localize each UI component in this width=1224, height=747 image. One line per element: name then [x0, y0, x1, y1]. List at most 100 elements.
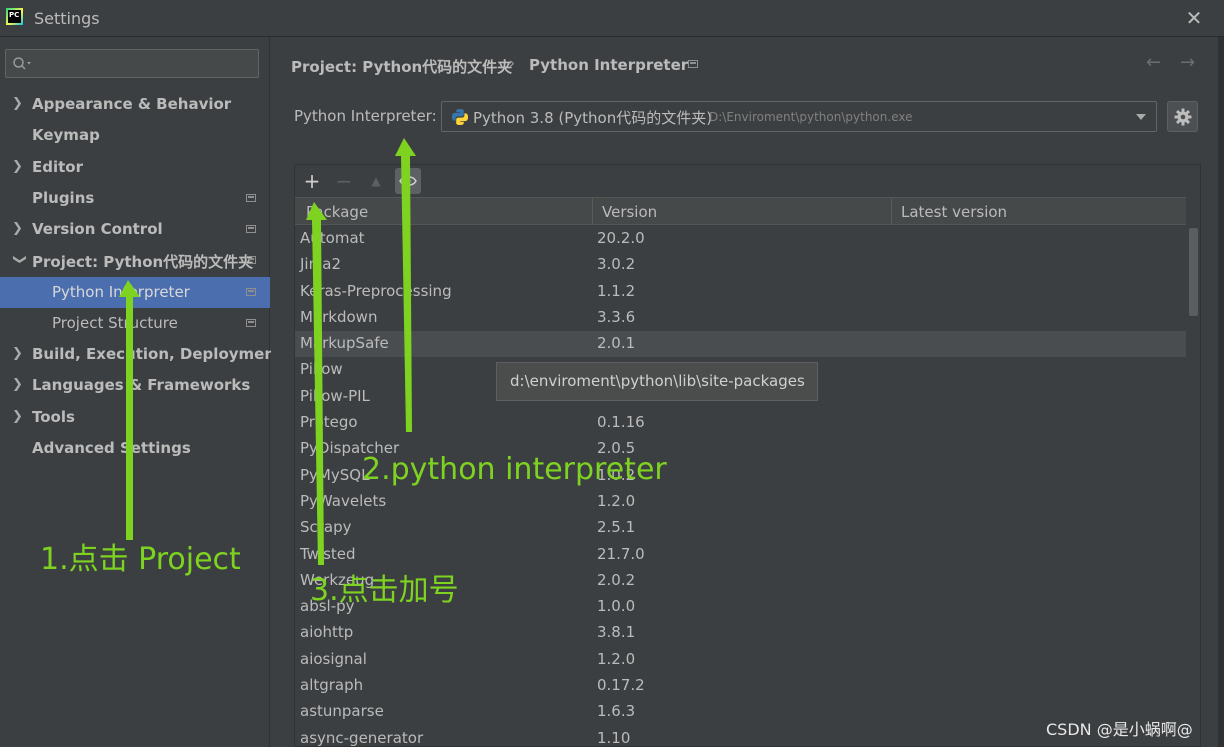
package-name: Scrapy — [300, 518, 352, 537]
table-row[interactable]: altgraph 0.17.2 — [295, 673, 1186, 699]
package-version: 3.8.1 — [597, 623, 636, 642]
package-version: 2.0.2 — [597, 570, 636, 589]
table-row[interactable]: Twisted 21.7.0 — [295, 542, 1186, 568]
back-arrow-icon[interactable]: ← — [1146, 52, 1161, 73]
column-divider[interactable] — [891, 198, 892, 224]
sidebar-item-project-structure[interactable]: Project Structure — [0, 308, 270, 339]
chevron-down-icon: ❯ — [12, 254, 27, 265]
sidebar-item-editor[interactable]: ❯ Editor — [0, 152, 270, 183]
close-icon[interactable]: ✕ — [1184, 6, 1204, 30]
sidebar-item-label: Project Structure — [52, 314, 178, 332]
package-version: 1.6.3 — [597, 702, 636, 721]
package-name: Keras-Preprocessing — [300, 281, 452, 300]
table-row[interactable]: Automat 20.2.0 — [295, 226, 1186, 252]
package-version: 0.17.2 — [597, 676, 645, 695]
chevron-right-icon: ❯ — [12, 221, 23, 236]
project-scope-icon — [688, 60, 698, 68]
show-early-releases-button[interactable] — [395, 168, 421, 194]
settings-search[interactable] — [5, 49, 259, 78]
remove-package-button[interactable]: − — [331, 168, 357, 194]
table-row[interactable]: Protego 0.1.16 — [295, 410, 1186, 436]
package-name: Protego — [300, 413, 358, 432]
add-package-button[interactable]: + — [299, 168, 325, 194]
scrollbar-thumb[interactable] — [1189, 228, 1198, 316]
package-version: 2.5.1 — [597, 518, 636, 537]
sidebar-item-label: Advanced Settings — [32, 439, 191, 457]
sidebar-item-version-control[interactable]: ❯ Version Control — [0, 214, 270, 245]
column-header-latest-version[interactable]: Latest version — [901, 203, 1007, 221]
interpreter-label: Python Interpreter: — [294, 107, 437, 125]
project-scope-icon — [246, 256, 256, 264]
project-scope-icon — [246, 319, 256, 327]
package-version: 20.2.0 — [597, 229, 645, 247]
package-version: 21.7.0 — [597, 544, 645, 563]
interpreter-path: D:\Enviroment\python\python.exe — [709, 110, 913, 124]
package-name: Jinja2 — [300, 255, 342, 274]
project-scope-icon — [246, 194, 256, 202]
package-name: Pillow-PIL — [300, 386, 370, 405]
column-header-version[interactable]: Version — [602, 203, 657, 221]
package-version: 1.10 — [597, 728, 631, 747]
sidebar-item-label: Tools — [32, 408, 75, 426]
package-version: 0.1.16 — [597, 413, 645, 432]
table-row[interactable]: MarkupSafe 2.0.1 — [295, 331, 1186, 358]
package-version: 1.0.0 — [597, 597, 636, 616]
sidebar-item-label: Appearance & Behavior — [32, 95, 232, 113]
sidebar-item-python-interpreter[interactable]: Python Interpreter — [0, 277, 270, 308]
column-divider[interactable] — [592, 198, 593, 224]
search-input[interactable] — [38, 53, 252, 76]
sidebar-item-build-execution-deployment[interactable]: ❯ Build, Execution, Deployment — [0, 339, 282, 370]
sidebar-item-languages-frameworks[interactable]: ❯ Languages & Frameworks — [0, 370, 270, 401]
sidebar-item-project[interactable]: ❯ Project: Python代码的文件夹 — [0, 245, 270, 276]
sidebar-item-appearance-behavior[interactable]: ❯ Appearance & Behavior — [0, 89, 270, 120]
annotation-step2: 2.python interpreter — [362, 452, 667, 487]
table-row[interactable]: Jinja2 3.0.2 — [295, 252, 1186, 278]
window-title: Settings — [34, 9, 100, 28]
sidebar-item-label: Build, Execution, Deployment — [32, 345, 283, 363]
package-name: Markdown — [300, 307, 378, 326]
annotation-step1: 1.点击 Project — [40, 542, 241, 577]
pycharm-logo-icon: PC — [6, 8, 23, 25]
interpreter-name: Python 3.8 (Python代码的文件夹) — [473, 109, 713, 127]
sidebar-item-tools[interactable]: ❯ Tools — [0, 402, 270, 433]
project-scope-icon — [246, 225, 256, 233]
package-name: altgraph — [300, 676, 364, 695]
table-row[interactable]: Markdown 3.3.6 — [295, 305, 1186, 331]
package-version: 1.1.2 — [597, 281, 636, 300]
sidebar-item-label: Languages & Frameworks — [32, 376, 251, 394]
project-scope-icon — [246, 288, 256, 296]
chevron-right-icon: ❯ — [12, 409, 23, 424]
eye-icon — [399, 176, 417, 186]
package-name: astunparse — [300, 702, 384, 721]
forward-arrow-icon[interactable]: → — [1180, 52, 1195, 73]
interpreter-select[interactable]: Python 3.8 (Python代码的文件夹) D:\Enviroment\… — [441, 101, 1157, 132]
title-bar: PC Settings ✕ — [0, 0, 1224, 37]
sidebar-item-label: Version Control — [32, 220, 163, 238]
sidebar-item-plugins[interactable]: Plugins — [0, 183, 270, 214]
sidebar-item-keymap[interactable]: Keymap — [0, 120, 270, 151]
chevron-right-icon: ❯ — [12, 159, 23, 174]
table-row[interactable]: PyWavelets 1.2.0 — [295, 489, 1186, 515]
sidebar-item-label: Project: Python代码的文件夹 — [32, 253, 254, 271]
upgrade-package-button[interactable]: ▲ — [363, 168, 389, 194]
table-row[interactable]: Scrapy 2.5.1 — [295, 515, 1186, 541]
chevron-down-icon — [1136, 114, 1146, 120]
sidebar-item-advanced-settings[interactable]: Advanced Settings — [0, 433, 270, 464]
window-edge — [1218, 37, 1224, 747]
package-version: 2.0.1 — [597, 334, 636, 353]
table-row[interactable]: aiosignal 1.2.0 — [295, 647, 1186, 673]
interpreter-settings-button[interactable] — [1167, 101, 1198, 132]
settings-sidebar: ❯ Appearance & Behavior Keymap ❯ Editor … — [0, 37, 282, 747]
gear-icon — [1174, 108, 1192, 126]
watermark: CSDN @是小蜗啊@ — [1046, 720, 1193, 739]
search-icon — [13, 57, 31, 70]
breadcrumb-current: Python Interpreter — [529, 56, 689, 74]
table-row[interactable]: aiohttp 3.8.1 — [295, 620, 1186, 646]
breadcrumb-parent[interactable]: Project: Python代码的文件夹 — [291, 56, 512, 77]
sidebar-item-label: Keymap — [32, 126, 100, 144]
table-row[interactable]: Keras-Preprocessing 1.1.2 — [295, 279, 1186, 305]
column-header-package[interactable]: Package — [306, 203, 368, 221]
package-name: Pillow — [300, 360, 343, 379]
breadcrumb-separator-icon: › — [509, 54, 515, 72]
sidebar-item-label: Python Interpreter — [52, 283, 190, 301]
